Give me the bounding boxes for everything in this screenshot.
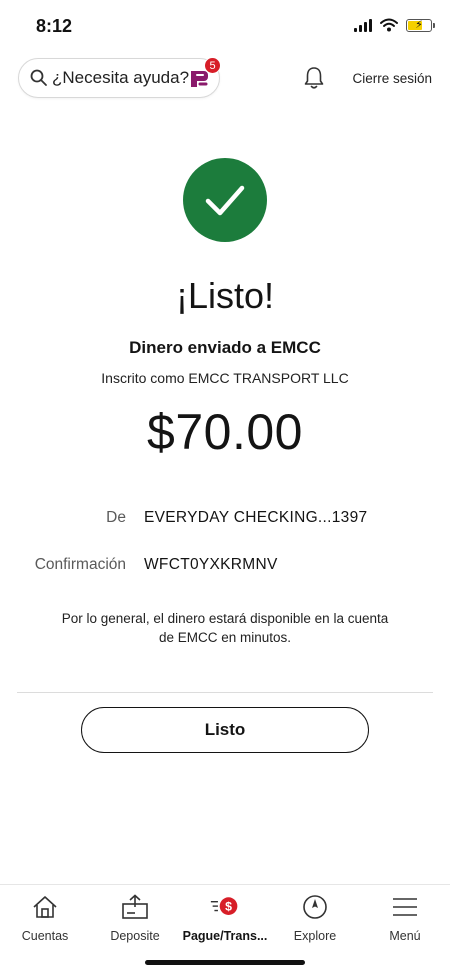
deposit-icon xyxy=(122,894,148,919)
nav-item-deposit[interactable]: Deposite xyxy=(90,885,180,944)
status-time: 8:12 xyxy=(36,16,73,36)
battery-icon: ⚡ xyxy=(406,18,435,32)
nav-item-explore[interactable]: Explore xyxy=(270,885,360,944)
help-search-placeholder: ¿Necesita ayuda? xyxy=(52,68,190,87)
compass-icon xyxy=(303,895,327,919)
help-search-input[interactable]: ¿Necesita ayuda? 5 xyxy=(18,57,221,98)
nav-label-explore: Explore xyxy=(293,929,337,943)
top-bar: ¿Necesita ayuda? 5 Cierre sesión xyxy=(0,56,450,104)
svg-text:$: $ xyxy=(225,900,232,914)
nav-item-accounts[interactable]: Cuentas xyxy=(0,885,90,944)
nav-item-pay-transfer[interactable]: $ Pague/Trans... xyxy=(180,885,270,944)
home-indicator[interactable] xyxy=(145,960,305,965)
transfer-amount: $70.00 xyxy=(147,404,303,460)
confirmation-number-label: Confirmación xyxy=(34,556,126,573)
nav-item-menu[interactable]: Menú xyxy=(360,885,450,944)
home-icon xyxy=(33,896,57,918)
sign-out-link[interactable]: Cierre sesión xyxy=(352,71,432,86)
search-icon xyxy=(30,69,47,86)
nav-label-accounts: Cuentas xyxy=(21,929,69,943)
nav-label-deposit: Deposite xyxy=(110,929,160,943)
wifi-icon xyxy=(380,18,398,32)
nav-label-pay-transfer: Pague/Trans... xyxy=(182,929,268,943)
from-account-label: De xyxy=(106,509,126,526)
status-icons: ⚡ xyxy=(354,18,435,32)
divider xyxy=(17,692,433,693)
bottom-nav: Cuentas Deposite $ Pague/Trans... Explor… xyxy=(0,884,450,944)
pay-transfer-icon: $ xyxy=(210,897,238,915)
enrolled-name-line: Inscrito como EMCC TRANSPORT LLC xyxy=(101,370,349,386)
confirmation-number-value: WFCT0YXKRMNV xyxy=(144,556,278,573)
menu-icon xyxy=(393,898,417,916)
availability-note: Por lo general, el dinero estará disponi… xyxy=(61,611,389,645)
done-button[interactable]: Listo xyxy=(81,707,369,753)
confirmation-heading: ¡Listo! xyxy=(175,275,275,316)
status-bar: 8:12 ⚡ xyxy=(0,0,450,56)
notification-count-badge: 5 xyxy=(204,57,221,74)
from-account-value: EVERYDAY CHECKING...1397 xyxy=(144,509,368,526)
bell-icon[interactable] xyxy=(303,66,325,90)
nav-label-menu: Menú xyxy=(389,929,421,943)
recipient-line: Dinero enviado a EMCC xyxy=(129,338,321,357)
cellular-signal-icon xyxy=(354,18,372,32)
success-check-icon xyxy=(183,158,267,242)
